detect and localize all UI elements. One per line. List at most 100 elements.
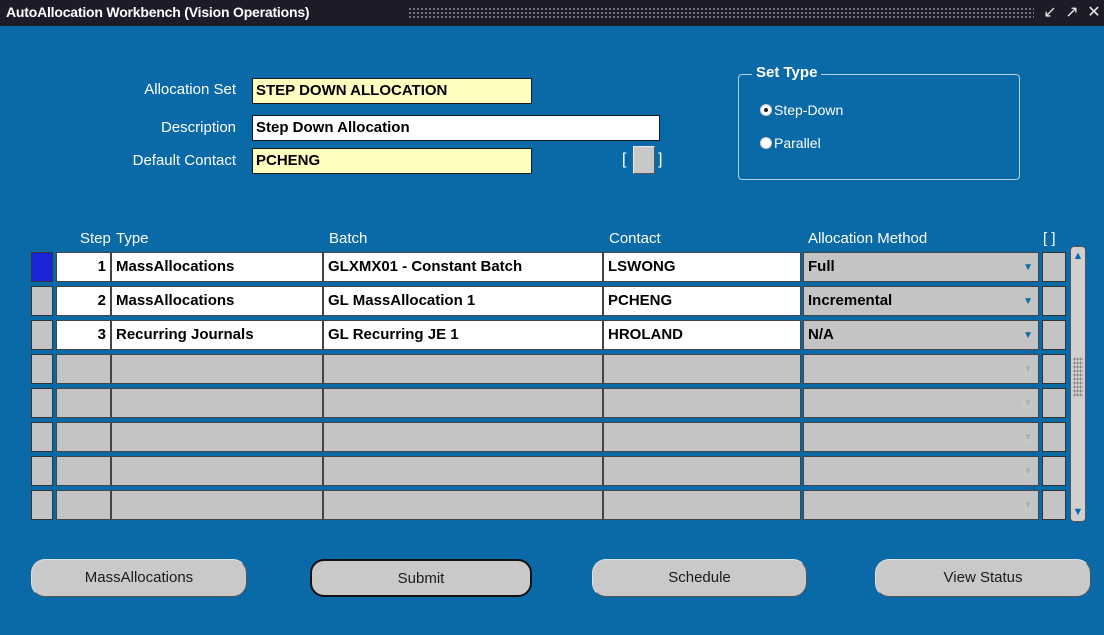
flex-bracket-open: [ — [622, 151, 627, 168]
type-cell[interactable] — [111, 490, 323, 520]
radio-step-down[interactable]: Step-Down — [760, 102, 843, 118]
contact-cell[interactable] — [603, 490, 801, 520]
row-flex-cell[interactable] — [1042, 388, 1066, 418]
record-indicator[interactable] — [31, 422, 53, 452]
massallocations-button[interactable]: MassAllocations — [31, 559, 247, 597]
close-icon[interactable]: ✕ — [1084, 3, 1104, 23]
batch-cell[interactable] — [323, 422, 603, 452]
chevron-down-icon[interactable]: ▼ — [1023, 331, 1033, 341]
step-cell[interactable] — [56, 422, 111, 452]
radio-step-down-label: Step-Down — [774, 102, 844, 118]
maximize-icon[interactable]: ↗ — [1062, 3, 1082, 23]
set-type-group — [738, 74, 1020, 180]
batch-cell[interactable] — [323, 456, 603, 486]
row-flex-cell[interactable] — [1042, 286, 1066, 316]
row-flex-cell[interactable] — [1042, 252, 1066, 282]
scroll-up-icon[interactable]: ▲ — [1072, 249, 1084, 263]
contact-cell[interactable] — [603, 354, 801, 384]
type-cell[interactable] — [111, 456, 323, 486]
allocation-method-value: Full — [808, 258, 835, 275]
allocation-method-select[interactable]: ▼ — [803, 422, 1039, 452]
step-cell[interactable] — [56, 354, 111, 384]
record-indicator[interactable] — [31, 252, 53, 282]
batch-cell[interactable]: GL MassAllocation 1 — [323, 286, 603, 316]
batch-cell[interactable] — [323, 490, 603, 520]
chevron-down-icon: ▼ — [1023, 364, 1033, 375]
batch-cell[interactable]: GL Recurring JE 1 — [323, 320, 603, 350]
record-indicator[interactable] — [31, 388, 53, 418]
chevron-down-icon[interactable]: ▼ — [1023, 297, 1033, 307]
allocation-method-select[interactable]: Full ▼ — [803, 252, 1039, 282]
chevron-down-icon: ▼ — [1023, 432, 1033, 443]
descriptive-flexfield-button[interactable] — [633, 146, 655, 174]
record-indicator[interactable] — [31, 490, 53, 520]
allocation-method-select[interactable]: ▼ — [803, 388, 1039, 418]
contact-cell[interactable]: PCHENG — [603, 286, 801, 316]
step-cell[interactable] — [56, 388, 111, 418]
row-flex-cell[interactable] — [1042, 456, 1066, 486]
chevron-down-icon: ▼ — [1023, 466, 1033, 477]
type-cell[interactable] — [111, 422, 323, 452]
column-header-batch: Batch — [329, 230, 368, 247]
type-cell[interactable]: MassAllocations — [111, 286, 323, 316]
submit-button[interactable]: Submit — [310, 559, 532, 597]
vertical-scrollbar[interactable]: ▲ ▼ — [1070, 246, 1086, 522]
step-cell[interactable]: 2 — [56, 286, 111, 316]
row-flex-cell[interactable] — [1042, 320, 1066, 350]
allocation-method-select[interactable]: Incremental ▼ — [803, 286, 1039, 316]
flex-bracket-close: ] — [658, 151, 663, 168]
description-field[interactable]: Step Down Allocation — [252, 115, 660, 141]
type-cell[interactable]: MassAllocations — [111, 252, 323, 282]
type-cell[interactable] — [111, 388, 323, 418]
allocation-set-label: Allocation Set — [144, 81, 236, 98]
batch-cell[interactable] — [323, 354, 603, 384]
default-contact-field[interactable]: PCHENG — [252, 148, 532, 174]
allocation-method-select[interactable]: N/A ▼ — [803, 320, 1039, 350]
chevron-down-icon: ▼ — [1023, 398, 1033, 409]
column-header-type: Type — [116, 230, 149, 247]
step-cell[interactable] — [56, 490, 111, 520]
record-indicator[interactable] — [31, 456, 53, 486]
schedule-button[interactable]: Schedule — [592, 559, 807, 597]
chevron-down-icon[interactable]: ▼ — [1023, 263, 1033, 273]
batch-cell[interactable]: GLXMX01 - Constant Batch — [323, 252, 603, 282]
radio-parallel[interactable]: Parallel — [760, 135, 821, 151]
contact-cell[interactable] — [603, 422, 801, 452]
scroll-down-icon[interactable]: ▼ — [1072, 505, 1084, 519]
allocation-method-select[interactable]: ▼ — [803, 354, 1039, 384]
contact-cell[interactable]: HROLAND — [603, 320, 801, 350]
record-indicator[interactable] — [31, 320, 53, 350]
contact-cell[interactable] — [603, 456, 801, 486]
title-bar-grip — [408, 7, 1034, 19]
step-cell[interactable]: 3 — [56, 320, 111, 350]
allocation-set-field[interactable]: STEP DOWN ALLOCATION — [252, 78, 532, 104]
radio-selected-icon — [760, 104, 772, 116]
column-header-step: Step — [80, 230, 111, 247]
contact-cell[interactable] — [603, 388, 801, 418]
step-cell[interactable] — [56, 456, 111, 486]
minimize-icon[interactable]: ↙ — [1040, 3, 1060, 23]
description-label: Description — [160, 119, 236, 136]
allocation-method-value: Incremental — [808, 292, 893, 309]
record-indicator[interactable] — [31, 286, 53, 316]
row-flex-cell[interactable] — [1042, 422, 1066, 452]
step-cell[interactable]: 1 — [56, 252, 111, 282]
radio-unselected-icon — [760, 137, 772, 149]
radio-parallel-label: Parallel — [774, 135, 821, 151]
row-flex-cell[interactable] — [1042, 354, 1066, 384]
allocation-method-value: N/A — [808, 326, 834, 343]
type-cell[interactable]: Recurring Journals — [111, 320, 323, 350]
type-cell[interactable] — [111, 354, 323, 384]
batch-cell[interactable] — [323, 388, 603, 418]
default-contact-label: Default Contact — [132, 152, 236, 169]
chevron-down-icon: ▼ — [1023, 500, 1033, 511]
allocation-method-select[interactable]: ▼ — [803, 456, 1039, 486]
allocation-method-select[interactable]: ▼ — [803, 490, 1039, 520]
title-bar[interactable]: AutoAllocation Workbench (Vision Operati… — [0, 0, 1104, 26]
scroll-thumb[interactable] — [1073, 357, 1083, 397]
contact-cell[interactable]: LSWONG — [603, 252, 801, 282]
row-flex-cell[interactable] — [1042, 490, 1066, 520]
view-status-button[interactable]: View Status — [875, 559, 1091, 597]
column-header-allocation-method: Allocation Method — [808, 230, 928, 247]
record-indicator[interactable] — [31, 354, 53, 384]
